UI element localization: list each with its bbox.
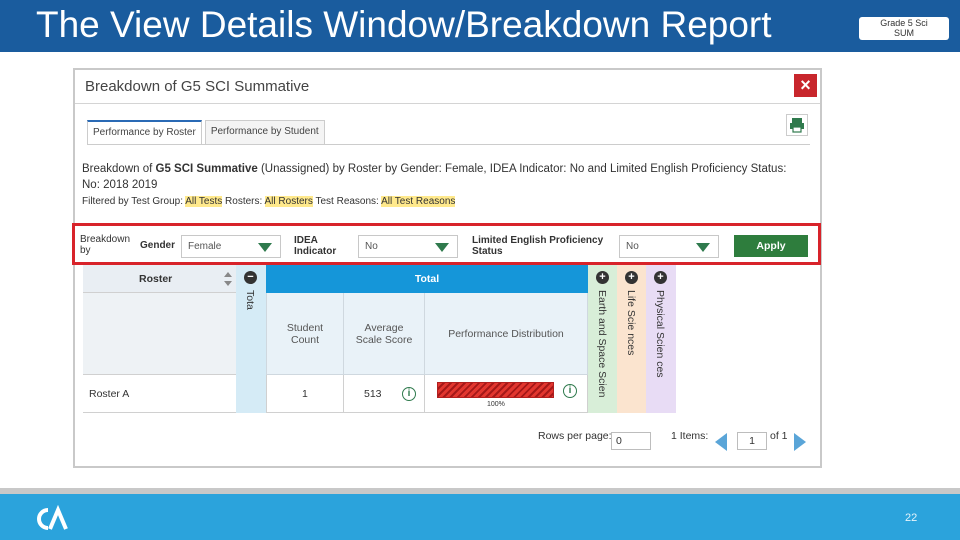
claim-column-physical: + Physical Scien ces <box>646 265 676 413</box>
lep-value: No <box>626 241 639 252</box>
sort-icon[interactable] <box>224 272 232 286</box>
apply-button[interactable]: Apply <box>734 235 808 257</box>
tab-performance-by-roster[interactable]: Performance by Roster <box>87 120 202 145</box>
tab-bar: Performance by Roster Performance by Stu… <box>87 120 328 145</box>
claim-life-label: Life Scie nces <box>625 290 637 356</box>
claim-column-earth: + Earth and Space Scien <box>588 265 617 413</box>
view-details-modal: Breakdown of G5 SCI Summative × Performa… <box>72 68 822 468</box>
table-row: Roster A <box>83 375 236 413</box>
expand-icon[interactable]: + <box>625 271 638 284</box>
grade-badge-line2: SUM <box>894 28 914 38</box>
perf-percent: 100% <box>487 401 505 408</box>
student-count-line1: Student <box>286 322 324 334</box>
filter-test-group: All Tests <box>185 196 223 207</box>
slide-footer <box>0 494 960 540</box>
breakdown-label-line2: by <box>80 245 91 256</box>
page-number: 22 <box>905 512 918 524</box>
breakdown-by-label: Breakdown by <box>80 234 130 256</box>
print-button[interactable] <box>786 114 808 136</box>
breakdown-bar: Breakdown by Gender Female IDEA Indicato… <box>72 223 821 265</box>
breakdown-label-line1: Breakdown <box>80 234 131 245</box>
grade-badge-line1: Grade 5 Sci <box>880 18 928 28</box>
lep-label-line1: Limited English Proficiency <box>472 235 604 246</box>
grade-badge: Grade 5 Sci SUM <box>859 17 949 40</box>
collapse-icon[interactable]: − <box>244 271 257 284</box>
items-count: 1 Items: <box>671 430 709 442</box>
rows-per-page-label: Rows per page: <box>538 430 612 442</box>
roster-column: Roster Roster A <box>83 265 236 413</box>
total-header: Total <box>266 265 588 293</box>
next-page-icon[interactable] <box>794 433 806 451</box>
slide-title: The View Details Window/Breakdown Report <box>36 4 772 45</box>
filter-rosters: All Rosters <box>264 196 313 207</box>
roster-name: Roster A <box>89 388 130 400</box>
performance-bar[interactable] <box>437 382 554 398</box>
perf-dist-cell: i 100% <box>424 375 588 413</box>
page-of-label: of 1 <box>770 430 788 442</box>
idea-label: IDEA Indicator <box>294 235 336 257</box>
idea-label-line1: IDEA <box>294 235 318 246</box>
filter-reasons: All Test Reasons <box>381 196 456 207</box>
expand-icon[interactable]: + <box>654 271 667 284</box>
total-group: Total Student Count Average Scale Score … <box>266 265 588 413</box>
student-count-header[interactable]: Student Count <box>266 293 343 375</box>
roster-header[interactable]: Roster <box>83 265 236 293</box>
close-button[interactable]: × <box>794 74 817 97</box>
expand-icon[interactable]: + <box>596 271 609 284</box>
student-count-header-label: Student Count <box>267 322 343 346</box>
avg-score-line1: Average <box>364 322 404 334</box>
claim-physical-label: Physical Scien ces <box>654 290 666 378</box>
tab-underline <box>87 144 810 145</box>
lep-select[interactable]: No <box>619 235 719 258</box>
info-icon[interactable]: i <box>563 384 577 398</box>
student-count-cell: 1 <box>266 375 343 413</box>
chevron-down-icon <box>435 243 449 252</box>
rows-per-page-input[interactable]: 0 <box>611 432 651 450</box>
breakdown-description: Breakdown of G5 SCI Summative (Unassigne… <box>82 161 802 193</box>
claim-earth-label: Earth and Space Scien <box>596 290 608 398</box>
avg-score-line2: Scale Score <box>355 334 413 346</box>
ca-logo-icon <box>37 505 68 530</box>
gender-label: Gender <box>140 240 176 251</box>
total-collapsed-label: Tota <box>244 290 256 310</box>
perf-dist-header[interactable]: Performance Distribution <box>424 293 588 375</box>
chevron-down-icon <box>258 243 272 252</box>
modal-title: Breakdown of G5 SCI Summative <box>85 78 310 95</box>
lep-label-line2: Status <box>472 246 503 257</box>
lep-label: Limited English Proficiency Status <box>472 235 603 257</box>
desc-prefix: Breakdown of <box>82 163 156 175</box>
tab-performance-by-student[interactable]: Performance by Student <box>204 120 325 144</box>
avg-score-header[interactable]: Average Scale Score <box>343 293 424 375</box>
filter-summary: Filtered by Test Group: All Tests Roster… <box>82 196 456 207</box>
gender-value: Female <box>188 241 222 252</box>
idea-value: No <box>365 241 378 252</box>
filter-reasons-label: Test Reasons: <box>312 196 382 207</box>
perf-dist-header-label: Performance Distribution <box>448 328 564 340</box>
idea-label-line2: Indicator <box>294 246 337 257</box>
chevron-down-icon <box>696 243 710 252</box>
claim-column-life: + Life Scie nces <box>617 265 646 413</box>
avg-score-header-label: Average Scale Score <box>344 322 424 346</box>
student-count-value: 1 <box>302 388 308 400</box>
divider <box>75 103 820 104</box>
filter-prefix: Filtered by Test Group: <box>82 196 186 207</box>
prev-page-icon[interactable] <box>715 433 727 451</box>
gender-select[interactable]: Female <box>181 235 281 258</box>
avg-score-value: 513 <box>364 388 382 400</box>
student-count-line2: Count <box>290 334 320 346</box>
printer-icon <box>790 118 804 133</box>
avg-score-cell: 513 i <box>343 375 424 413</box>
idea-select[interactable]: No <box>358 235 458 258</box>
filter-rosters-label: Rosters: <box>222 196 265 207</box>
info-icon[interactable]: i <box>402 387 416 401</box>
total-collapsed-column: − Tota <box>236 265 266 413</box>
desc-test-name: G5 SCI Summative <box>155 163 258 175</box>
page-input[interactable]: 1 <box>737 432 767 450</box>
roster-header-label: Roster <box>139 273 173 285</box>
roster-header-spacer <box>83 293 236 375</box>
